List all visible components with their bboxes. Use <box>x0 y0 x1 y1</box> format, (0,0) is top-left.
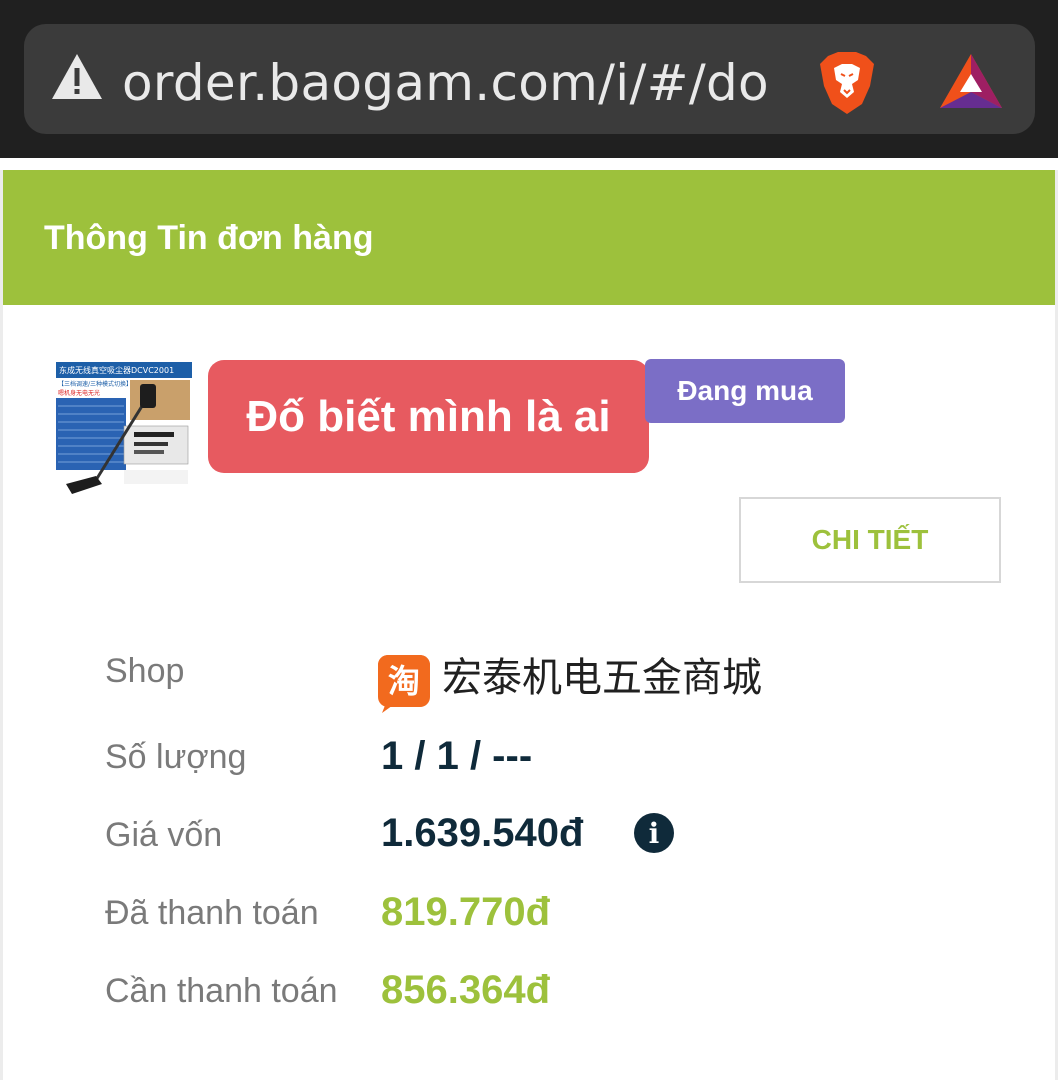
remaining-label: Cần thanh toán <box>105 972 338 1010</box>
shop-name[interactable]: 宏泰机电五金商城 <box>442 652 762 704</box>
warning-icon[interactable] <box>50 52 104 102</box>
address-bar-url[interactable]: order.baogam.com/i/#/do <box>122 50 790 120</box>
overlay-label: Đố biết mình là ai <box>208 360 649 473</box>
paid-value: 819.770đ <box>381 890 551 934</box>
thumbnail-title: 东成无线真空吸尘器DCVC2001 <box>59 365 174 375</box>
taobao-icon: 淘 <box>378 655 430 713</box>
cost-price-label: Giá vốn <box>105 816 223 854</box>
page-top-gap <box>0 158 1058 170</box>
detail-button[interactable]: CHI TIẾT <box>739 497 1001 583</box>
info-icon[interactable]: i <box>634 813 674 853</box>
status-badge: Đang mua <box>645 359 845 423</box>
cost-price-value: 1.639.540đ <box>381 811 584 855</box>
thumbnail-tag: 嗯机身无电无光 <box>58 389 100 397</box>
section-title: Thông Tin đơn hàng <box>44 219 374 257</box>
thumbnail-subtitle: 【三档调速/三种模式切换】 <box>58 380 132 388</box>
quantity-value: 1 / 1 / --- <box>381 734 533 778</box>
remaining-value: 856.364đ <box>381 968 551 1012</box>
bat-rewards-icon[interactable] <box>938 52 1004 110</box>
shop-label: Shop <box>105 652 185 690</box>
taobao-glyph: 淘 <box>388 662 420 700</box>
product-thumbnail[interactable]: 东成无线真空吸尘器DCVC2001 【三档调速/三种模式切换】 嗯机身无电无光 <box>54 360 196 498</box>
brave-lion-icon[interactable] <box>814 50 880 116</box>
quantity-label: Số lượng <box>105 738 247 776</box>
paid-label: Đã thanh toán <box>105 894 319 932</box>
